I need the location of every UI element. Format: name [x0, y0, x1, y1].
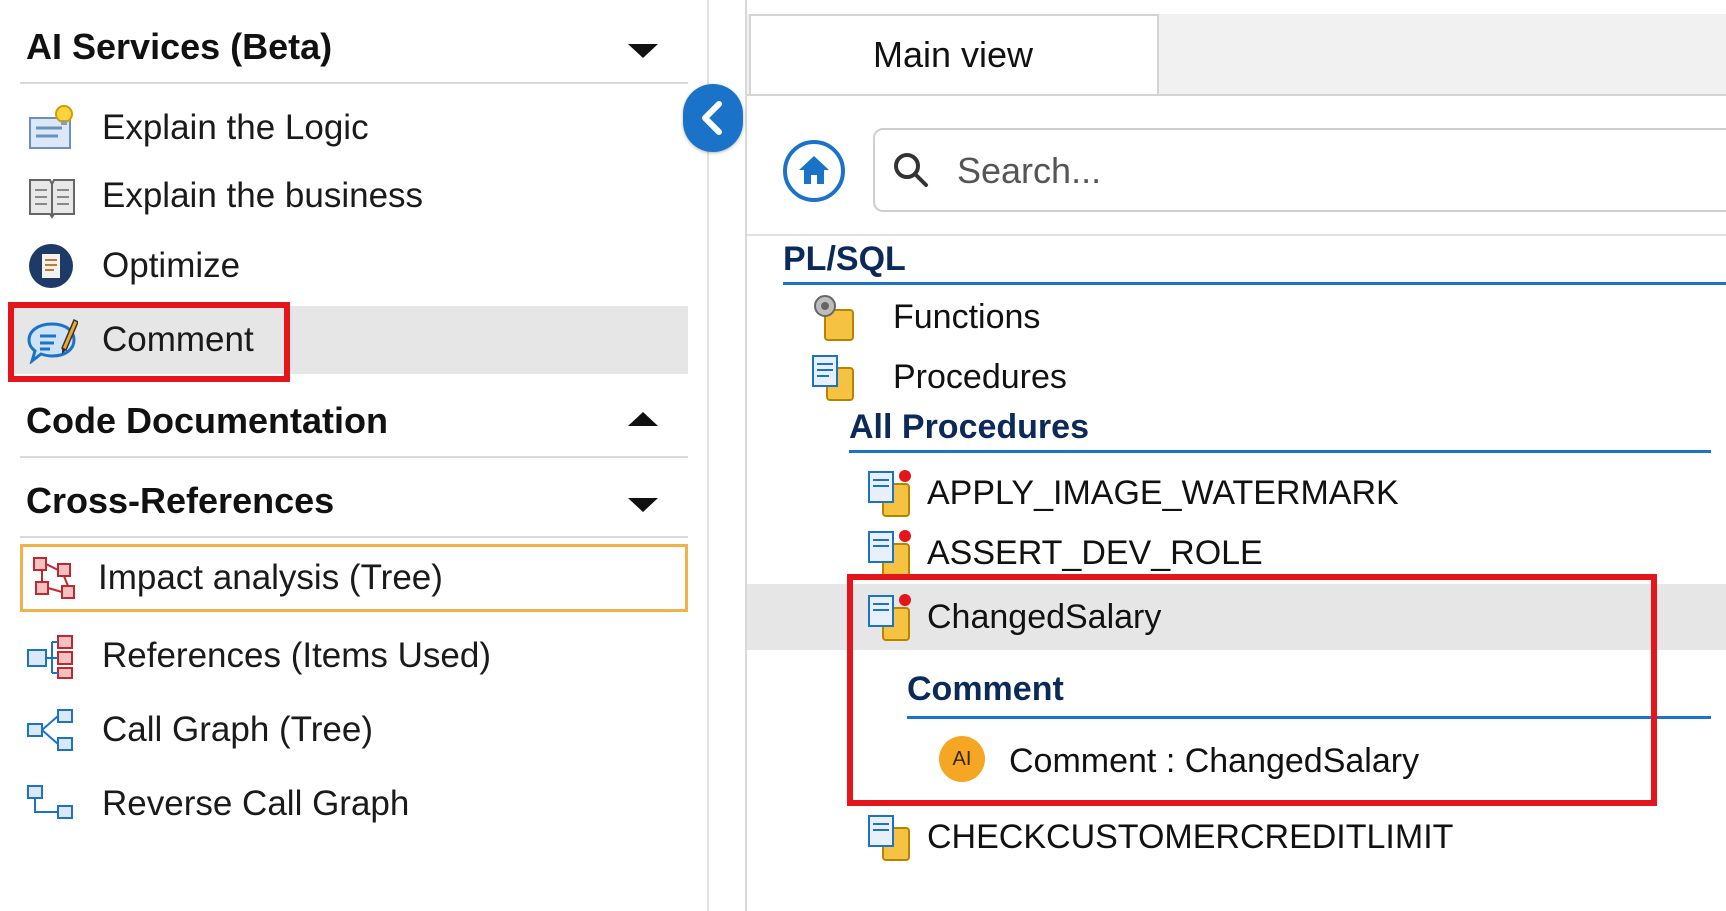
section-code-documentation[interactable]: Code Documentation [20, 386, 688, 458]
home-icon [799, 156, 829, 184]
tree-item-label: ChangedSalary [927, 598, 1162, 636]
section-title: Code Documentation [26, 400, 389, 441]
section-title: AI Services (Beta) [26, 26, 333, 67]
section-ai-services[interactable]: AI Services (Beta) [20, 12, 688, 84]
comment-pencil-icon [26, 316, 79, 366]
lightbulb-doc-icon [26, 104, 78, 152]
tree-item-functions[interactable]: Functions [811, 288, 1711, 346]
call-graph-icon [26, 706, 78, 754]
book-icon [26, 172, 78, 220]
menu-item-label: Comment [102, 320, 254, 359]
menu-item-explain-logic[interactable]: Explain the Logic [10, 94, 688, 162]
menu-item-optimize[interactable]: Optimize [10, 232, 688, 300]
tree-group-comment[interactable]: Comment [907, 666, 1711, 719]
group-title: All Procedures [849, 408, 1089, 446]
home-button[interactable] [783, 140, 845, 202]
menu-item-label: Optimize [102, 246, 241, 285]
optimize-icon [26, 242, 78, 290]
tree-item-procedures[interactable]: Procedures [811, 348, 1711, 406]
tree-item-label: CHECKCUSTOMERCREDITLIMIT [927, 818, 1454, 856]
ai-badge-icon: AI [939, 736, 985, 782]
menu-item-label: Impact analysis (Tree) [98, 558, 443, 597]
tab-label: Main view [873, 34, 1034, 75]
tree-group-plsql[interactable]: PL/SQL [783, 238, 1726, 285]
menu-item-comment[interactable]: Comment [10, 306, 688, 374]
menu-item-label: Explain the Logic [102, 108, 369, 147]
tab-main-view[interactable]: Main view [749, 14, 1159, 94]
tree-item-label: ASSERT_DEV_ROLE [927, 534, 1263, 572]
tree-item-label: Comment : ChangedSalary [1009, 742, 1420, 780]
impact-tree-icon [28, 554, 80, 602]
chevron-down-icon[interactable] [628, 498, 658, 512]
reverse-call-graph-icon [26, 780, 78, 828]
tree-item-label: Functions [893, 298, 1041, 336]
group-title: Comment [907, 670, 1064, 708]
search-input[interactable] [955, 144, 1719, 198]
tree-item-procedure-selected[interactable]: ChangedSalary [747, 584, 1726, 650]
tree-group-all-procedures[interactable]: All Procedures [849, 406, 1711, 453]
menu-item-references[interactable]: References (Items Used) [10, 622, 688, 690]
tree-item-label: APPLY_IMAGE_WATERMARK [927, 474, 1399, 512]
collapse-panel-button[interactable] [683, 84, 743, 152]
menu-item-reverse-call-graph[interactable]: Reverse Call Graph [10, 770, 688, 838]
menu-item-label: Call Graph (Tree) [102, 710, 373, 749]
procedure-icon [867, 812, 913, 864]
right-panel: Main view PL/SQL Functions [745, 0, 1726, 911]
section-title: Cross-References [26, 480, 335, 521]
tab-strip: Main view [747, 14, 1726, 96]
procedure-alert-icon [867, 468, 913, 520]
chevron-up-icon[interactable] [628, 412, 658, 426]
menu-item-label: References (Items Used) [102, 636, 492, 675]
divider [747, 234, 1726, 236]
procedure-folder-icon [811, 352, 857, 404]
group-title: PL/SQL [783, 240, 906, 278]
tree-item-ai-comment[interactable]: AI Comment : ChangedSalary [939, 732, 1699, 790]
left-panel: AI Services (Beta) Explain the Logic Exp… [0, 0, 700, 911]
chevron-down-icon[interactable] [628, 44, 658, 58]
tree-item-label: Procedures [893, 358, 1067, 396]
section-cross-references[interactable]: Cross-References [20, 466, 688, 538]
search-icon [894, 153, 928, 187]
menu-item-label: Explain the business [102, 176, 424, 215]
procedure-alert-icon [867, 528, 913, 580]
tree-item-procedure[interactable]: APPLY_IMAGE_WATERMARK [867, 464, 1707, 522]
procedure-alert-icon [867, 592, 913, 644]
menu-item-call-graph[interactable]: Call Graph (Tree) [10, 696, 688, 764]
search-box[interactable] [873, 128, 1726, 212]
tree-item-procedure[interactable]: ASSERT_DEV_ROLE [867, 524, 1707, 582]
menu-item-label: Reverse Call Graph [102, 784, 410, 823]
gear-folder-icon [811, 292, 857, 344]
chevron-left-icon [702, 101, 722, 135]
menu-item-explain-business[interactable]: Explain the business [10, 162, 688, 230]
menu-item-impact-analysis[interactable]: Impact analysis (Tree) [20, 544, 688, 612]
tree-item-procedure[interactable]: CHECKCUSTOMERCREDITLIMIT [867, 808, 1707, 866]
references-icon [26, 632, 78, 680]
